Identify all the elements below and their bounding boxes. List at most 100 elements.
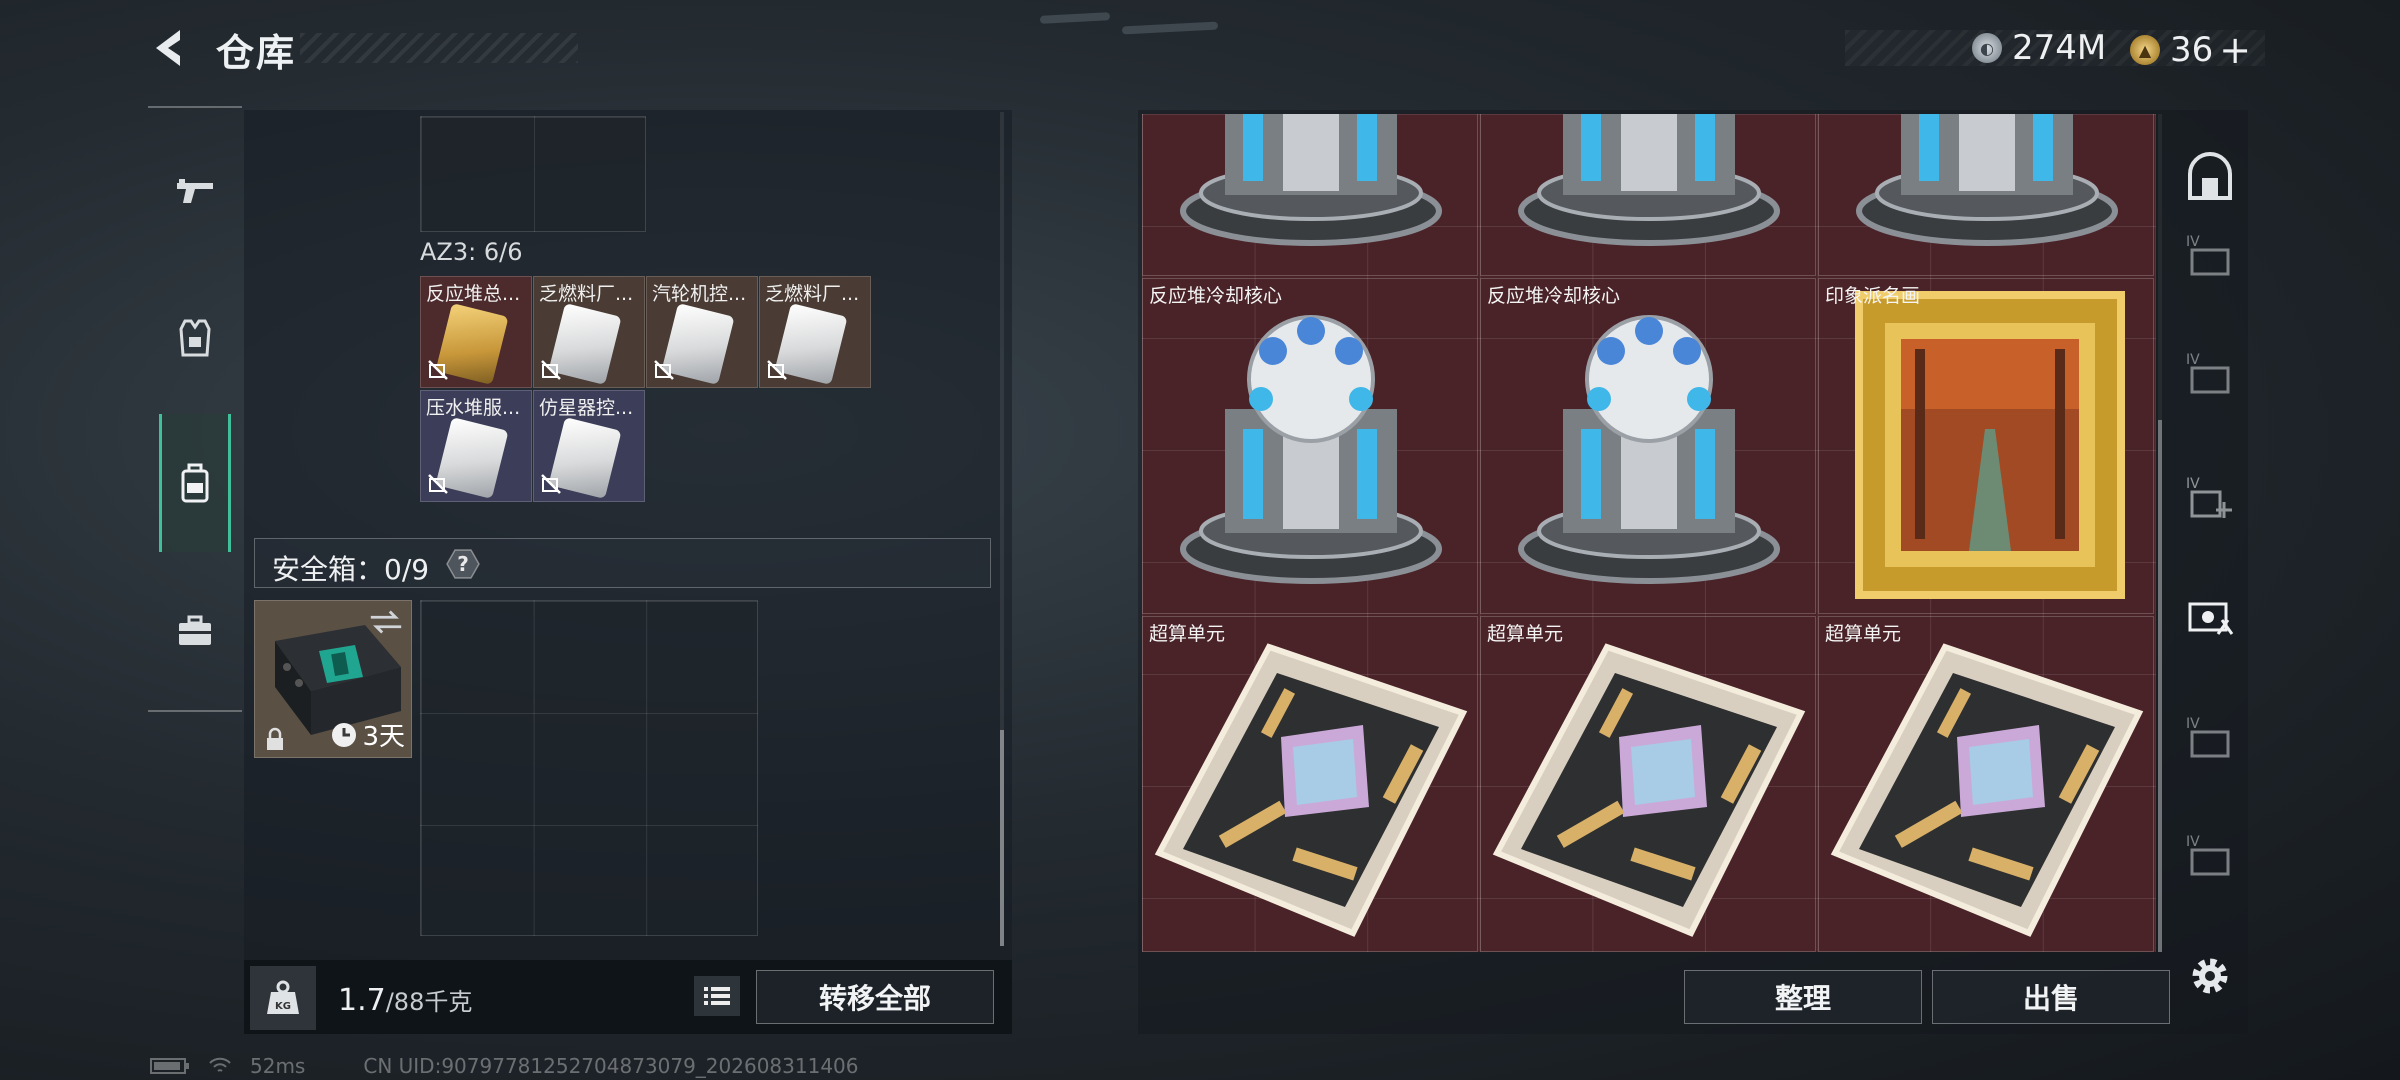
item-name: 汽轮机控... bbox=[652, 283, 747, 305]
storage-special-icon bbox=[2188, 602, 2234, 635]
stash-item-reactor-core[interactable] bbox=[1142, 114, 1478, 276]
vault-door-icon bbox=[2188, 152, 2232, 200]
gold-coin-icon: ▲ bbox=[2130, 35, 2160, 65]
stash-item-painting[interactable]: 印象派名画 bbox=[1818, 278, 2154, 614]
storage-iv-icon: IV bbox=[2186, 834, 2230, 876]
gold-amount: 36 bbox=[2170, 30, 2214, 70]
toolbox-icon bbox=[179, 615, 211, 645]
storage-iv-icon: IV bbox=[2186, 716, 2230, 758]
pistol-icon bbox=[177, 179, 213, 203]
sell-button[interactable]: 出售 bbox=[1932, 970, 2170, 1024]
nav-divider bbox=[148, 710, 242, 712]
silver-amount: 274M bbox=[2012, 28, 2107, 68]
gold-currency[interactable]: ▲ 36 + bbox=[2130, 28, 2251, 72]
ceiling-light bbox=[1039, 12, 1111, 24]
no-trade-icon bbox=[654, 360, 674, 380]
container-item[interactable]: 乏燃料厂... bbox=[759, 276, 871, 388]
weight-indicator: KG bbox=[250, 966, 316, 1030]
container-grid-partial bbox=[420, 116, 646, 232]
list-view-button[interactable] bbox=[694, 976, 740, 1016]
safe-box-item[interactable]: 3天 bbox=[254, 600, 412, 758]
reactor-core-icon bbox=[1518, 114, 1780, 246]
item-label: 超算单元 bbox=[1487, 623, 1564, 645]
stash-item-reactor-core[interactable]: 反应堆冷却核心 bbox=[1142, 278, 1478, 614]
compute-unit-icon bbox=[1830, 643, 2144, 937]
reactor-core-icon bbox=[1180, 114, 1442, 246]
no-trade-icon bbox=[767, 360, 787, 380]
backpack-icon bbox=[181, 463, 209, 503]
safe-box-grid[interactable] bbox=[420, 600, 758, 936]
stash-grid[interactable]: 反应堆冷却核心 反应堆冷却核心 印象派名画超算单元 超算单元 超算单元 bbox=[1142, 114, 2156, 952]
nav-armor[interactable] bbox=[160, 292, 230, 382]
safe-box-label: 安全箱：0/9 bbox=[272, 553, 430, 586]
svg-text:IV: IV bbox=[2186, 234, 2200, 250]
item-label: 超算单元 bbox=[1825, 623, 1902, 645]
nav-divider bbox=[148, 106, 242, 108]
container-item[interactable]: 反应堆总... bbox=[420, 276, 532, 388]
stash-tab-iv-2[interactable]: IV bbox=[2180, 344, 2240, 404]
back-arrow-icon bbox=[156, 30, 180, 66]
no-trade-icon bbox=[428, 474, 448, 494]
item-label: 反应堆冷却核心 bbox=[1487, 285, 1621, 307]
stash-item-reactor-core[interactable] bbox=[1818, 114, 2154, 276]
container-item[interactable]: 乏燃料厂... bbox=[533, 276, 645, 388]
uid-text: CN UID:9079778125270487307​9_20260831140… bbox=[363, 1054, 859, 1078]
stash-tab-iv-4[interactable]: IV bbox=[2180, 826, 2240, 886]
item-label: 超算单元 bbox=[1149, 623, 1226, 645]
stash-tab-iv-3[interactable]: IV bbox=[2180, 708, 2240, 768]
svg-text:IV: IV bbox=[2186, 716, 2200, 732]
item-name: 反应堆总... bbox=[426, 283, 521, 305]
storage-iv-icon: IV bbox=[2186, 352, 2230, 394]
settings-button[interactable] bbox=[2180, 946, 2240, 1006]
status-line: 52ms CN UID:9079778125270487307​9_202608… bbox=[150, 1054, 859, 1078]
nav-toolbox[interactable] bbox=[160, 586, 230, 676]
stash-tab-iv-add[interactable]: IV bbox=[2180, 468, 2240, 528]
svg-text:KG: KG bbox=[275, 1001, 291, 1012]
container-item[interactable]: 汽轮机控... bbox=[646, 276, 758, 388]
container-item[interactable]: 压水堆服... bbox=[420, 390, 532, 502]
help-mark: ? bbox=[457, 552, 469, 576]
armor-vest-icon bbox=[179, 319, 211, 357]
item-name: 乏燃料厂... bbox=[539, 283, 634, 305]
safe-duration: 3天 bbox=[330, 716, 405, 753]
back-button[interactable] bbox=[148, 26, 192, 70]
az3-capacity-label: AZ3: 6/6 bbox=[420, 238, 523, 266]
battery-icon bbox=[150, 1058, 189, 1074]
stash-scrollbar-thumb[interactable] bbox=[2158, 420, 2162, 952]
storage-add-icon: IV bbox=[2186, 476, 2232, 518]
swap-icon[interactable] bbox=[367, 607, 405, 637]
ceiling-light bbox=[1121, 21, 1219, 35]
stash-item-reactor-core[interactable]: 反应堆冷却核心 bbox=[1480, 278, 1816, 614]
lock-icon bbox=[267, 727, 283, 750]
stash-item-compute-unit[interactable]: 超算单元 bbox=[1818, 616, 2154, 952]
container-item[interactable]: 仿星器控... bbox=[533, 390, 645, 502]
stash-tab-active[interactable] bbox=[2180, 586, 2240, 646]
stash-tab-home[interactable] bbox=[2180, 148, 2240, 208]
stash-tab-iv-1[interactable]: IV bbox=[2180, 226, 2240, 286]
weight-max: /88千克 bbox=[385, 988, 473, 1016]
stash-item-compute-unit[interactable]: 超算单元 bbox=[1480, 616, 1816, 952]
sort-button[interactable]: 整理 bbox=[1684, 970, 1922, 1024]
nav-weapon[interactable] bbox=[160, 146, 230, 236]
reactor-core-icon bbox=[1180, 315, 1442, 584]
silver-coin-icon: ◐ bbox=[1972, 33, 2002, 63]
painting-icon bbox=[1855, 291, 2125, 599]
reactor-core-icon bbox=[1518, 315, 1780, 584]
add-currency-button[interactable]: + bbox=[2219, 28, 2251, 72]
transfer-all-button[interactable]: 转移全部 bbox=[756, 970, 994, 1024]
container-scrollbar-thumb[interactable] bbox=[1000, 730, 1004, 946]
no-trade-icon bbox=[428, 360, 448, 380]
silver-currency: ◐ 274M bbox=[1972, 28, 2106, 68]
svg-text:IV: IV bbox=[2186, 476, 2200, 492]
stash-item-reactor-core[interactable] bbox=[1480, 114, 1816, 276]
reactor-core-icon bbox=[1856, 114, 2118, 246]
weight-readout: 1.7/88千克 bbox=[338, 982, 472, 1018]
help-button[interactable]: ? bbox=[446, 548, 480, 580]
weight-current: 1.7 bbox=[338, 983, 386, 1018]
stash-item-compute-unit[interactable]: 超算单元 bbox=[1142, 616, 1478, 952]
nav-backpack[interactable] bbox=[159, 414, 231, 552]
item-label: 印象派名画 bbox=[1825, 285, 1921, 307]
clock-icon bbox=[332, 722, 357, 747]
gear-icon bbox=[2192, 958, 2228, 994]
compute-unit-icon bbox=[1154, 643, 1468, 937]
